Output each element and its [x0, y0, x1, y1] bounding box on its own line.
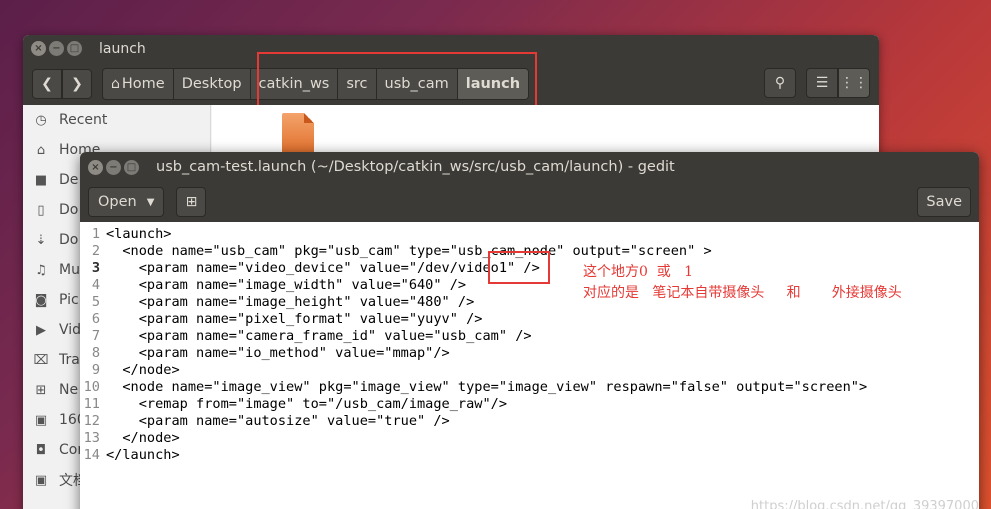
line-number: 1 [91, 226, 100, 242]
code-text: <param name="image_width" value="640" /> [106, 277, 467, 293]
forward-button[interactable]: ❯ [62, 68, 92, 99]
new-document-button[interactable]: ⊞ [176, 187, 207, 217]
new-tab-icon: ⊞ [185, 194, 198, 210]
crumb-desktop[interactable]: Desktop [173, 67, 251, 100]
code-text: <param name="video_device" value="/dev/v… [106, 260, 540, 276]
code-text: </node> [106, 430, 180, 446]
minimize-icon[interactable]: − [49, 41, 64, 56]
text-editor[interactable]: 14 </launch> 13 </node> 12 <param name="aut… [80, 222, 979, 509]
code-line: 6 <param name="pixel_format" value="yuyv… [80, 311, 483, 328]
window-title: usb_cam-test.launch (~/Desktop/catkin_ws… [156, 159, 675, 175]
code-text: <remap from="image" to="/usb_cam/image_r… [106, 396, 508, 412]
code-line: 13 </node> [80, 430, 180, 447]
computer-icon: ◘ [35, 442, 47, 458]
list-view-button[interactable]: ☰ [806, 68, 838, 98]
line-number: 4 [91, 277, 100, 293]
music-icon: ♫ [35, 262, 47, 278]
line-number: 3 [91, 260, 100, 276]
drive-icon: ▣ [34, 472, 48, 488]
home-icon: ⌂ [36, 142, 46, 158]
clock-icon: ◷ [35, 112, 47, 128]
code-text: <param name="io_method" value="mmap"/> [106, 345, 450, 361]
chevron-left-icon: ❮ [41, 75, 53, 92]
folder-icon: ■ [34, 172, 48, 188]
code-line: 14 </launch> [80, 447, 180, 464]
network-icon: ⊞ [35, 382, 47, 398]
back-button[interactable]: ❮ [32, 68, 62, 99]
document-icon: ▯ [37, 202, 45, 218]
sidebar-item-recent[interactable]: ◷ Recent [23, 105, 210, 135]
code-text: </launch> [106, 447, 180, 463]
gedit-headerbar: Open ▼ ⊞ Save [80, 182, 979, 222]
code-text: <param name="autosize" value="true" /> [106, 413, 450, 429]
annotation-note-line2: 对应的是 笔记本自带摄像头 和 外接摄像头 [583, 285, 902, 301]
line-number: 7 [91, 328, 100, 344]
code-line: 5 <param name="image_height" value="480"… [80, 294, 474, 311]
grid-view-button[interactable]: ⋮⋮ [838, 68, 870, 98]
maximize-icon[interactable]: □ [124, 159, 139, 175]
code-line: 10 <node name="image_view" pkg="image_vi… [80, 379, 868, 396]
code-text: <node name="image_view" pkg="image_view"… [106, 379, 868, 395]
search-icon: ⚲ [774, 75, 786, 91]
download-icon: ⇣ [35, 232, 47, 248]
crumb-launch[interactable]: launch [457, 67, 530, 100]
code-line: 2 <node name="usb_cam" pkg="usb_cam" typ… [80, 243, 712, 260]
code-text: <param name="camera_frame_id" value="usb… [106, 328, 532, 344]
list-view-icon: ☰ [815, 75, 829, 91]
line-number: 6 [91, 311, 100, 327]
camera-icon: ◙ [34, 292, 48, 308]
crumb-usb-cam[interactable]: usb_cam [376, 67, 458, 100]
line-number: 12 [83, 413, 100, 429]
code-line: 11 <remap from="image" to="/usb_cam/imag… [80, 396, 507, 413]
line-number: 9 [91, 362, 100, 378]
open-button[interactable]: Open ▼ [88, 187, 165, 217]
drive-icon: ▣ [34, 412, 48, 428]
code-text: <launch> [106, 226, 172, 242]
search-button[interactable]: ⚲ [764, 68, 796, 98]
file-manager-titlebar: × − □ launch [23, 35, 879, 62]
close-icon[interactable]: × [31, 41, 46, 56]
save-button[interactable]: Save [917, 187, 971, 217]
code-line: 8 <param name="io_method" value="mmap"/> [80, 345, 450, 362]
line-number: 8 [91, 345, 100, 361]
breadcrumb: ⌂ Home Desktop catkin_ws src usb_cam lau… [102, 67, 530, 100]
crumb-catkin-ws[interactable]: catkin_ws [250, 67, 339, 100]
watermark: https://blog.csdn.net/qq_39397000 [750, 499, 979, 509]
line-number: 11 [83, 396, 100, 412]
code-line: 12 <param name="autosize" value="true" /… [80, 413, 450, 430]
code-text: </node> [106, 362, 180, 378]
code-line: 3 <param name="video_device" value="/dev… [80, 260, 540, 277]
code-text: <param name="image_height" value="480" /… [106, 294, 475, 310]
code-line: 7 <param name="camera_frame_id" value="u… [80, 328, 532, 345]
minimize-icon[interactable]: − [106, 159, 121, 175]
line-number: 2 [91, 243, 100, 259]
line-number: 10 [83, 379, 100, 395]
chevron-right-icon: ❯ [71, 75, 83, 92]
code-line: 4 <param name="image_width" value="640" … [80, 277, 466, 294]
view-controls: ⚲ ☰ ⋮⋮ [764, 68, 870, 98]
launch-file-icon[interactable] [282, 113, 314, 155]
code-line: 9 </node> [80, 362, 180, 379]
line-number: 13 [83, 430, 100, 446]
grid-view-icon: ⋮⋮ [840, 75, 868, 91]
video-icon: ▶ [36, 322, 46, 338]
line-number: 14 [83, 447, 100, 463]
code-text: <param name="pixel_format" value="yuyv" … [106, 311, 483, 327]
close-icon[interactable]: × [88, 159, 103, 175]
trash-icon: ⌧ [33, 352, 49, 368]
code-text: <node name="usb_cam" pkg="usb_cam" type=… [106, 243, 712, 259]
home-icon: ⌂ [111, 75, 120, 92]
gedit-window: × − □ usb_cam-test.launch (~/Desktop/cat… [80, 152, 979, 509]
chevron-down-icon: ▼ [146, 196, 155, 208]
gedit-titlebar: × − □ usb_cam-test.launch (~/Desktop/cat… [80, 152, 979, 182]
annotation-note-line1: 这个地方0 或 1 [583, 264, 694, 280]
line-number: 5 [91, 294, 100, 310]
window-title: launch [99, 40, 146, 57]
code-line: 1 <launch> [80, 226, 172, 243]
maximize-icon[interactable]: □ [67, 41, 82, 56]
crumb-home[interactable]: ⌂ Home [102, 67, 174, 100]
crumb-src[interactable]: src [338, 67, 377, 100]
file-manager-toolbar: ❮ ❯ ⌂ Home Desktop catkin_ws src usb_cam… [23, 52, 879, 108]
